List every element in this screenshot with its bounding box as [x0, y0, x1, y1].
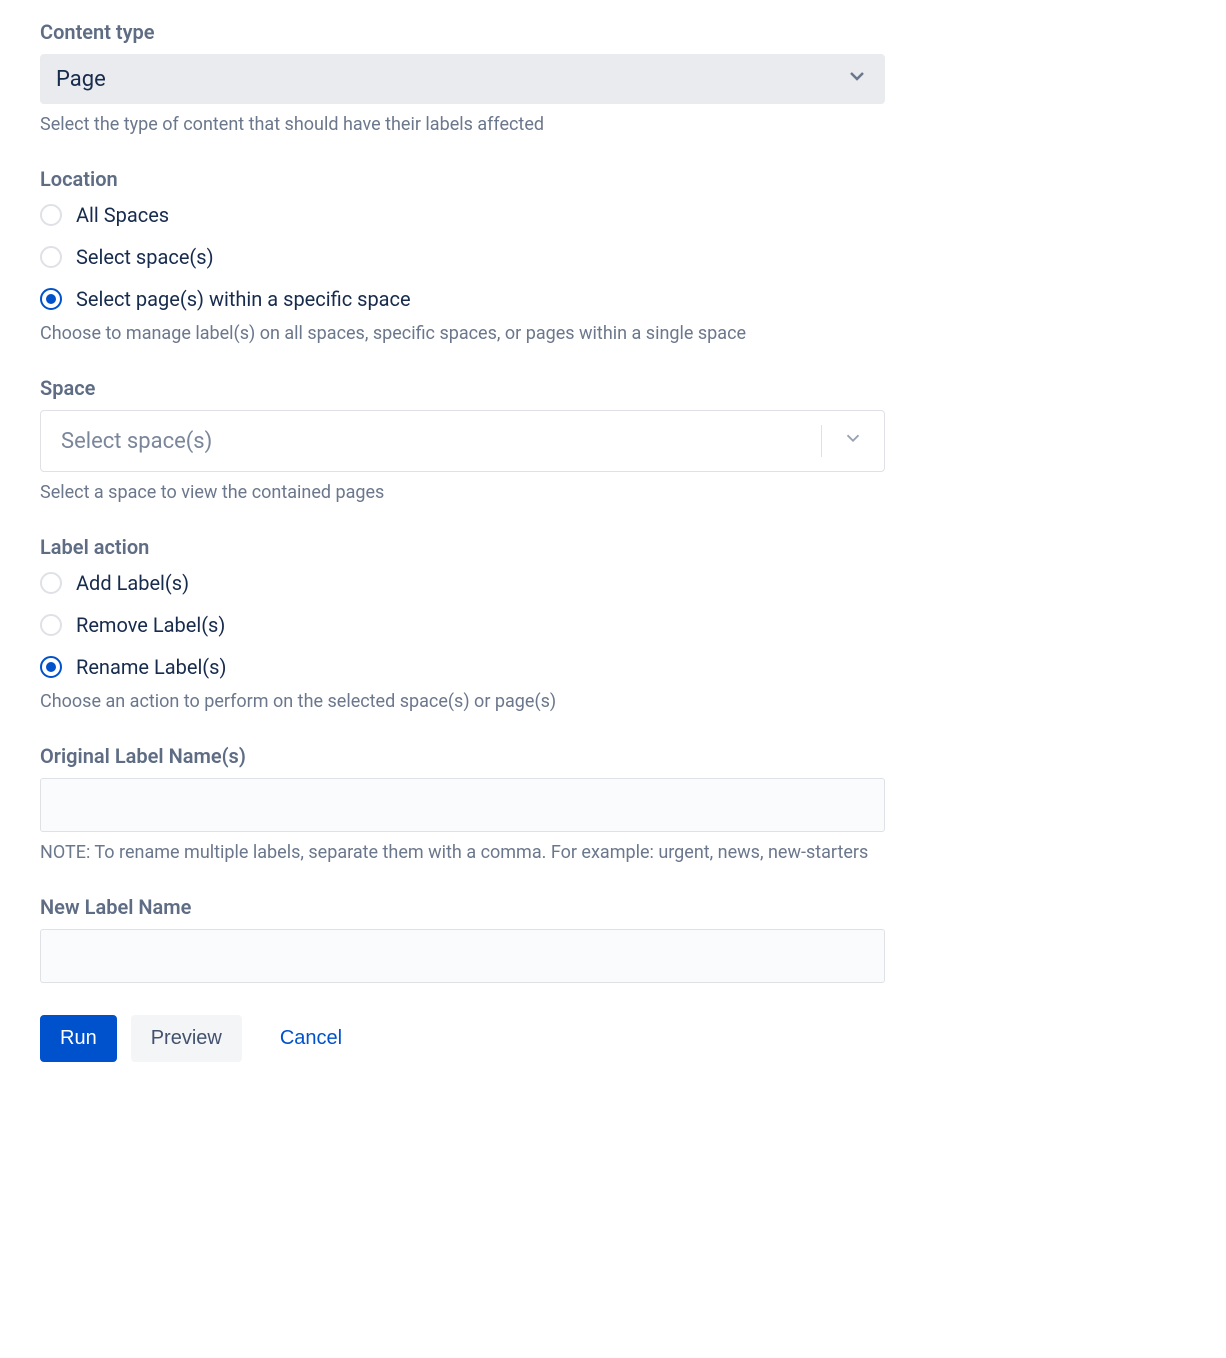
space-placeholder: Select space(s)	[61, 429, 212, 454]
radio-icon	[40, 656, 62, 678]
location-radio-all-label: All Spaces	[76, 203, 169, 227]
location-label: Location	[40, 167, 1186, 191]
location-radio-select-label: Select space(s)	[76, 245, 214, 269]
label-action-radio-remove-label: Remove Label(s)	[76, 613, 225, 637]
content-type-select-wrapper: Page	[40, 54, 885, 104]
preview-button[interactable]: Preview	[131, 1015, 242, 1062]
location-help: Choose to manage label(s) on all spaces,…	[40, 323, 1186, 344]
location-radio-all[interactable]: All Spaces	[40, 203, 1186, 227]
content-type-select[interactable]: Page	[40, 54, 885, 104]
chevron-down-icon	[842, 427, 864, 455]
space-group: Space Select space(s) Select a space to …	[40, 376, 1186, 503]
label-action-radio-add-label: Add Label(s)	[76, 571, 189, 595]
location-radio-pages[interactable]: Select page(s) within a specific space	[40, 287, 1186, 311]
location-radio-select[interactable]: Select space(s)	[40, 245, 1186, 269]
label-action-radio-add[interactable]: Add Label(s)	[40, 571, 1186, 595]
radio-icon	[40, 204, 62, 226]
label-action-radio-remove[interactable]: Remove Label(s)	[40, 613, 1186, 637]
new-label-input[interactable]	[40, 929, 885, 983]
original-label-input[interactable]	[40, 778, 885, 832]
new-label-group: New Label Name	[40, 895, 1186, 983]
location-group: Location All Spaces Select space(s) Sele…	[40, 167, 1186, 344]
radio-icon	[40, 614, 62, 636]
label-action-label: Label action	[40, 535, 1186, 559]
new-label-label: New Label Name	[40, 895, 1186, 919]
label-action-help: Choose an action to perform on the selec…	[40, 691, 1186, 712]
content-type-help: Select the type of content that should h…	[40, 114, 1186, 135]
content-type-group: Content type Page Select the type of con…	[40, 20, 1186, 135]
radio-icon	[40, 288, 62, 310]
space-help: Select a space to view the contained pag…	[40, 482, 1186, 503]
select-divider	[821, 425, 822, 457]
space-select-wrapper: Select space(s)	[40, 410, 885, 472]
content-type-value: Page	[56, 67, 106, 92]
original-label-help: NOTE: To rename multiple labels, separat…	[40, 842, 1186, 863]
label-action-radio-group: Add Label(s) Remove Label(s) Rename Labe…	[40, 571, 1186, 679]
label-action-group: Label action Add Label(s) Remove Label(s…	[40, 535, 1186, 712]
location-radio-group: All Spaces Select space(s) Select page(s…	[40, 203, 1186, 311]
space-label: Space	[40, 376, 1186, 400]
content-type-label: Content type	[40, 20, 1186, 44]
radio-icon	[40, 572, 62, 594]
location-radio-pages-label: Select page(s) within a specific space	[76, 287, 411, 311]
chevron-down-icon	[845, 64, 869, 94]
space-select[interactable]: Select space(s)	[40, 410, 885, 472]
label-action-radio-rename-label: Rename Label(s)	[76, 655, 226, 679]
run-button[interactable]: Run	[40, 1015, 117, 1062]
button-row: Run Preview Cancel	[40, 1015, 1186, 1062]
original-label-label: Original Label Name(s)	[40, 744, 1186, 768]
radio-icon	[40, 246, 62, 268]
original-label-group: Original Label Name(s) NOTE: To rename m…	[40, 744, 1186, 863]
cancel-button[interactable]: Cancel	[256, 1015, 362, 1062]
label-action-radio-rename[interactable]: Rename Label(s)	[40, 655, 1186, 679]
